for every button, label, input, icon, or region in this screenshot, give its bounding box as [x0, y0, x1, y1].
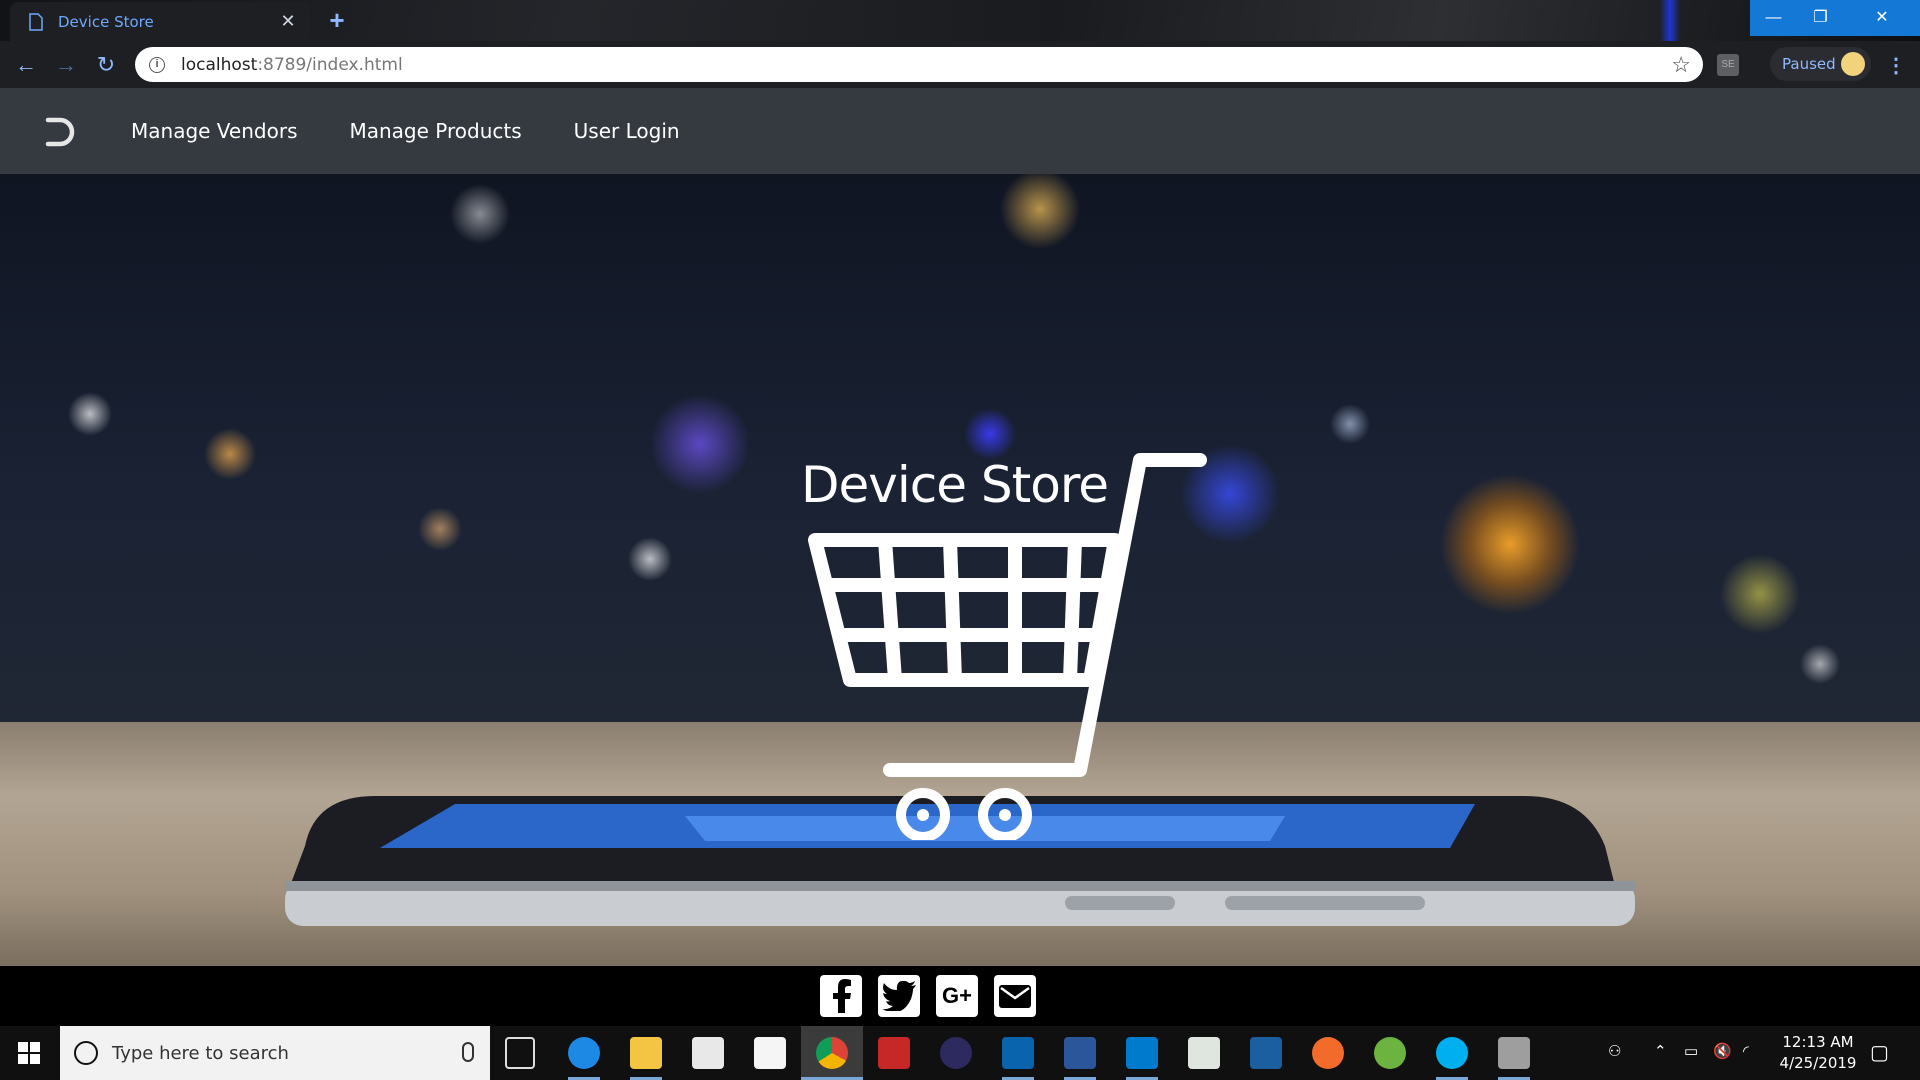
- postman-icon[interactable]: [1312, 1037, 1344, 1069]
- file-explorer-icon[interactable]: [630, 1037, 662, 1069]
- facebook-icon[interactable]: [820, 975, 862, 1017]
- forward-button[interactable]: →: [52, 51, 80, 79]
- outlook-icon[interactable]: [1002, 1037, 1034, 1069]
- eclipse-icon[interactable]: [940, 1037, 972, 1069]
- battery-icon[interactable]: ▭: [1684, 1042, 1698, 1060]
- word-icon[interactable]: [1064, 1037, 1096, 1069]
- windows-taskbar: Type here to search ⚇ ⌃ ▭ 🔇 ◜ 12:13 AM 4…: [0, 1026, 1920, 1080]
- chevron-up-icon[interactable]: ⌃: [1654, 1042, 1667, 1060]
- notifications-icon[interactable]: ▢: [1870, 1040, 1889, 1065]
- restore-button[interactable]: ❐: [1797, 0, 1844, 36]
- bookmark-star-icon[interactable]: ☆: [1671, 52, 1691, 78]
- url-text: localhost:8789/index.html: [181, 54, 403, 75]
- brand-logo-icon[interactable]: [44, 114, 80, 150]
- hero-banner: Device Store: [0, 174, 1920, 966]
- browser-tab[interactable]: Device Store ✕: [10, 2, 310, 41]
- tab-title: Device Store: [58, 12, 154, 31]
- twitter-icon[interactable]: [878, 975, 920, 1017]
- page-icon: [29, 12, 43, 31]
- taskbar-search[interactable]: Type here to search: [60, 1026, 490, 1080]
- nav-link-user-login[interactable]: User Login: [574, 119, 680, 143]
- chrome-icon[interactable]: [816, 1037, 848, 1069]
- sql-workbench-icon[interactable]: [1250, 1037, 1282, 1069]
- google-plus-icon[interactable]: G+: [936, 975, 978, 1017]
- edge-icon[interactable]: [568, 1037, 600, 1069]
- clock-date: 4/25/2019: [1779, 1054, 1857, 1072]
- cortana-icon: [74, 1041, 98, 1065]
- mail-icon[interactable]: [994, 975, 1036, 1017]
- task-view-icon[interactable]: [505, 1037, 535, 1069]
- address-bar[interactable]: i localhost:8789/index.html ☆: [135, 47, 1703, 82]
- close-tab-icon[interactable]: ✕: [278, 11, 298, 32]
- spring-icon[interactable]: [1374, 1037, 1406, 1069]
- info-icon[interactable]: i: [149, 56, 165, 73]
- start-button[interactable]: [0, 1026, 58, 1080]
- vscode-icon[interactable]: [1126, 1037, 1158, 1069]
- acrobat-icon[interactable]: [878, 1037, 910, 1069]
- windows-icon: [18, 1042, 40, 1064]
- nav-links: Manage Vendors Manage Products User Logi…: [131, 88, 732, 174]
- database-icon[interactable]: [1498, 1037, 1530, 1069]
- browser-titlebar: Device Store ✕ + — ❐ ✕: [0, 0, 1920, 41]
- hero-title: Device Store: [801, 456, 1109, 514]
- back-button[interactable]: ←: [12, 51, 40, 79]
- site-footer: G+: [0, 966, 1920, 1026]
- reload-button[interactable]: ↻: [92, 51, 120, 79]
- browser-toolbar: ← → ↻ i localhost:8789/index.html ☆ SE P…: [0, 41, 1920, 88]
- close-window-button[interactable]: ✕: [1844, 0, 1920, 36]
- system-clock[interactable]: 12:13 AM 4/25/2019: [1770, 1032, 1866, 1074]
- volume-muted-icon[interactable]: 🔇: [1713, 1042, 1732, 1060]
- browser-menu-icon[interactable]: ⋮: [1886, 53, 1906, 78]
- nav-link-manage-products[interactable]: Manage Products: [349, 119, 521, 143]
- mail-app-icon[interactable]: [754, 1037, 786, 1069]
- skype-icon[interactable]: [1436, 1037, 1468, 1069]
- avatar: [1841, 52, 1865, 76]
- profile-status: Paused: [1782, 55, 1836, 73]
- site-navbar: Manage Vendors Manage Products User Logi…: [0, 88, 1920, 174]
- store-icon[interactable]: [692, 1037, 724, 1069]
- new-tab-button[interactable]: +: [322, 6, 352, 36]
- nav-link-manage-vendors[interactable]: Manage Vendors: [131, 119, 297, 143]
- app-window-icon[interactable]: [1188, 1037, 1220, 1069]
- minimize-button[interactable]: —: [1750, 0, 1797, 36]
- microphone-icon[interactable]: [462, 1042, 474, 1062]
- profile-button[interactable]: Paused: [1770, 47, 1871, 81]
- people-icon[interactable]: ⚇: [1608, 1042, 1621, 1060]
- wifi-icon[interactable]: ◜: [1743, 1042, 1749, 1060]
- extension-icon[interactable]: SE: [1717, 54, 1739, 76]
- clock-time: 12:13 AM: [1782, 1033, 1854, 1051]
- search-placeholder: Type here to search: [112, 1042, 289, 1064]
